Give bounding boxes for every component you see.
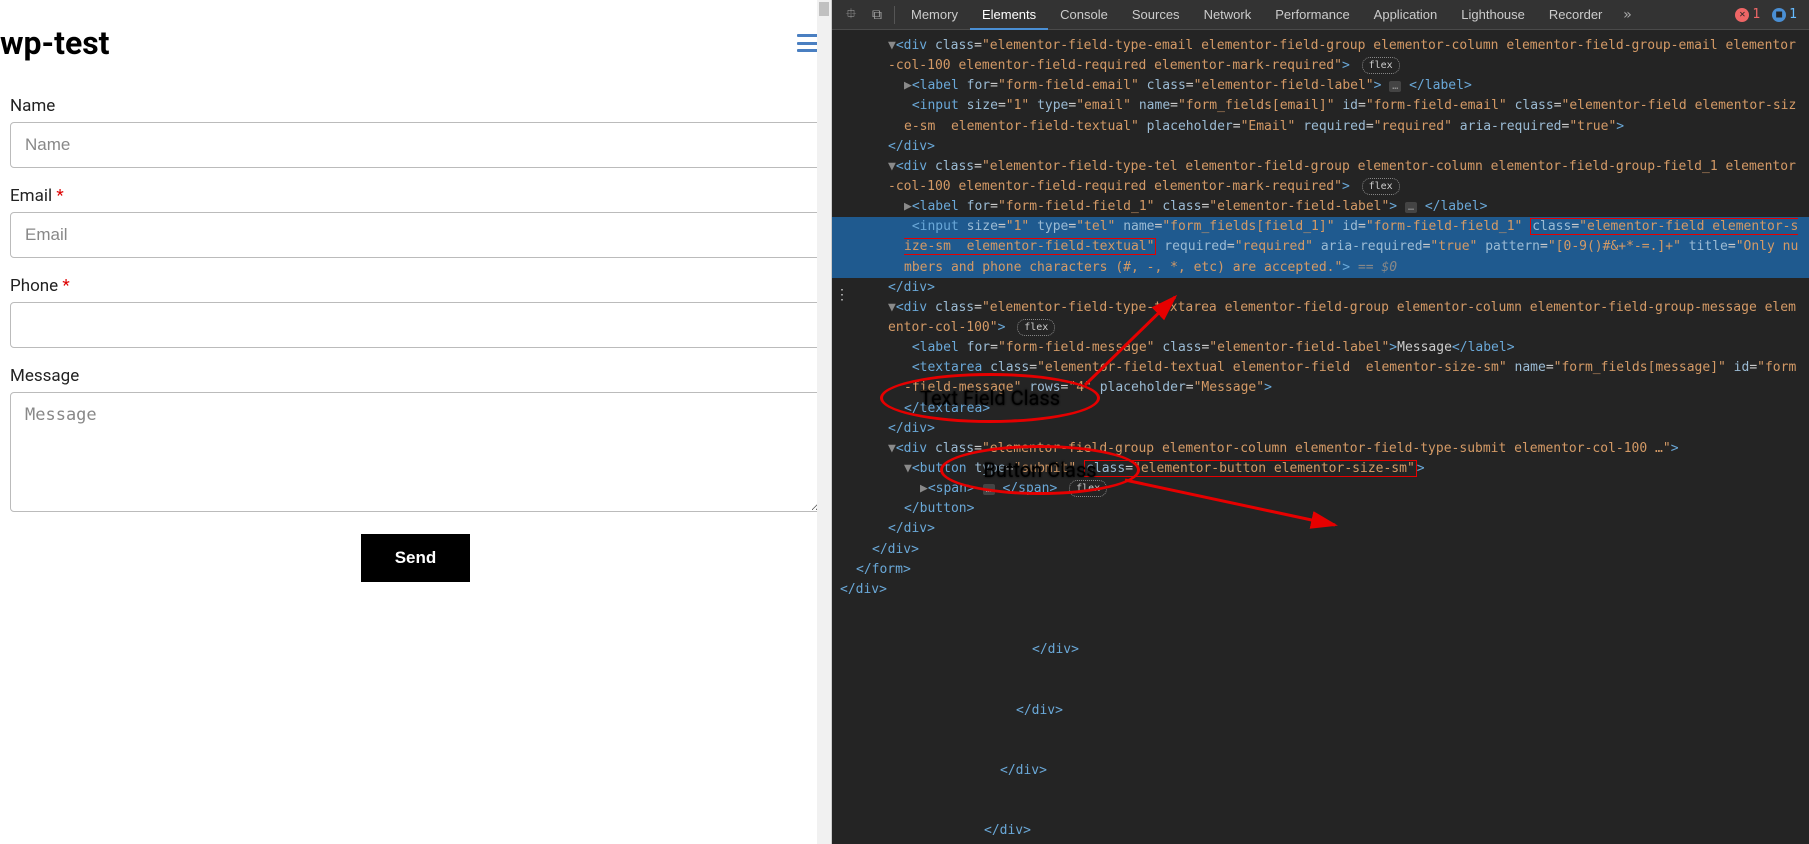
tab-sources[interactable]: Sources (1120, 0, 1192, 30)
tab-elements[interactable]: Elements (970, 0, 1048, 30)
tab-lighthouse[interactable]: Lighthouse (1449, 0, 1537, 30)
device-toolbar-icon[interactable]: ⧉ (864, 7, 890, 23)
tab-console[interactable]: Console (1048, 0, 1120, 30)
email-label: Email * (10, 186, 821, 206)
send-button[interactable]: Send (361, 534, 471, 582)
rendered-page: wp-test Name Email * Phone * Message Sen… (0, 0, 832, 844)
name-input[interactable] (10, 122, 821, 168)
dom-tel-div[interactable]: ▼<div class="elementor-field-type-tel el… (832, 157, 1809, 197)
selected-line-dots-icon[interactable]: ⋮ (832, 285, 852, 307)
contact-form: Name Email * Phone * Message Send (0, 86, 831, 592)
dom-close-form[interactable]: </form> (832, 560, 1809, 580)
dom-close-div-2[interactable]: </div> (832, 278, 1809, 298)
dom-cascade[interactable]: </div> </div> </div> </div> </div> </div… (832, 600, 1809, 844)
devtools-panel: ⯐ ⧉ Memory Elements Console Sources Netw… (832, 0, 1809, 844)
tab-network[interactable]: Network (1192, 0, 1264, 30)
elements-dom-tree[interactable]: ▼<div class="elementor-field-type-email … (832, 30, 1809, 844)
inspect-icon[interactable]: ⯐ (838, 3, 864, 27)
dom-email-input[interactable]: <input size="1" type="email" name="form_… (832, 96, 1809, 136)
dom-close-textarea[interactable]: </textarea> (832, 399, 1809, 419)
dom-button-span[interactable]: ▶<span> … </span> flex (832, 479, 1809, 499)
error-count[interactable]: ✕1 (1729, 7, 1766, 22)
dom-tel-input-selected[interactable]: <input size="1" type="tel" name="form_fi… (832, 217, 1809, 277)
dom-submit-div[interactable]: ▼<div class="elementor-field-group eleme… (832, 439, 1809, 459)
dom-msg-label[interactable]: <label for="form-field-message" class="e… (832, 338, 1809, 358)
tab-performance[interactable]: Performance (1263, 0, 1361, 30)
message-label: Message (10, 366, 821, 386)
dom-msg-textarea[interactable]: <textarea class="elementor-field-textual… (832, 358, 1809, 398)
devtools-tabbar: ⯐ ⧉ Memory Elements Console Sources Netw… (832, 0, 1809, 30)
name-label: Name (10, 96, 821, 116)
site-header: wp-test (0, 0, 831, 86)
dom-close-div[interactable]: </div> (832, 137, 1809, 157)
dom-close-div-4[interactable]: </div> (832, 519, 1809, 539)
more-tabs-icon[interactable]: » (1614, 7, 1640, 23)
dom-close-button[interactable]: </button> (832, 499, 1809, 519)
dom-button[interactable]: ▼<button type="submit" class="elementor-… (832, 459, 1809, 479)
dom-email-label[interactable]: ▶<label for="form-field-email" class="el… (832, 76, 1809, 96)
dom-email-div[interactable]: ▼<div class="elementor-field-type-email … (832, 36, 1809, 76)
tab-application[interactable]: Application (1362, 0, 1450, 30)
message-textarea[interactable] (10, 392, 821, 512)
dom-msg-div[interactable]: ▼<div class="elementor-field-type-textar… (832, 298, 1809, 338)
dom-close-div-6[interactable]: </div> (832, 580, 1809, 600)
phone-input[interactable] (10, 302, 821, 348)
scroll-up-arrow[interactable] (819, 2, 829, 16)
tab-memory[interactable]: Memory (899, 0, 970, 30)
site-title: wp-test (0, 24, 109, 62)
dom-tel-label[interactable]: ▶<label for="form-field-field_1" class="… (832, 197, 1809, 217)
page-scrollbar[interactable] (817, 0, 831, 844)
dom-close-div-5[interactable]: </div> (832, 540, 1809, 560)
dom-close-div-3[interactable]: </div> (832, 419, 1809, 439)
phone-label: Phone * (10, 276, 821, 296)
issue-count[interactable]: ■1 (1766, 7, 1803, 22)
tab-recorder[interactable]: Recorder (1537, 0, 1614, 30)
email-input[interactable] (10, 212, 821, 258)
